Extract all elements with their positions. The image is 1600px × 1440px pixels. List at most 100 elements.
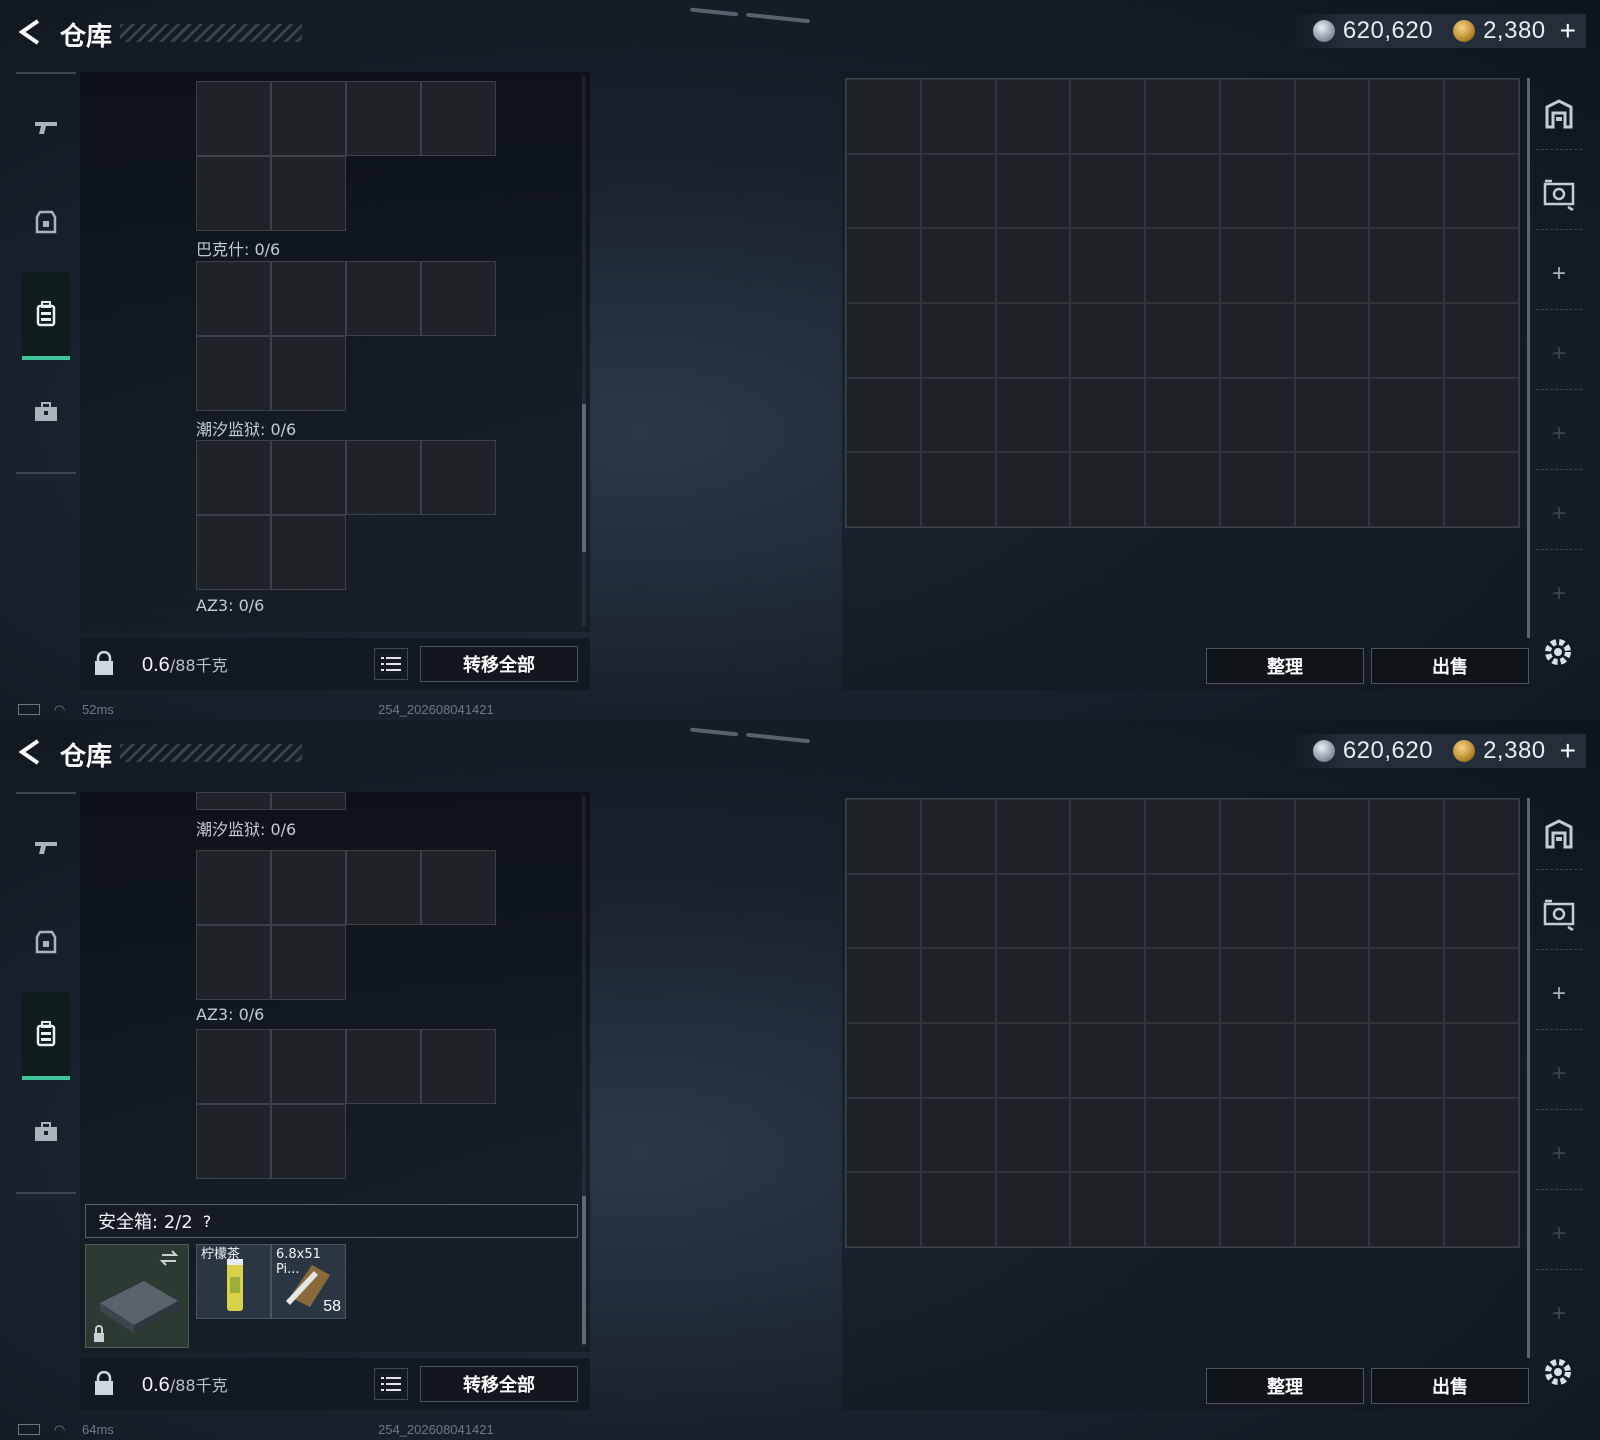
stash-cell[interactable]	[1145, 799, 1220, 874]
stash-cell[interactable]	[1219, 1172, 1295, 1247]
add-stash-button[interactable]: +	[1536, 1118, 1582, 1190]
stash-cell[interactable]	[846, 1022, 921, 1098]
inventory-slot[interactable]	[346, 440, 421, 515]
inventory-slot[interactable]	[346, 261, 421, 336]
stash-cell[interactable]	[920, 452, 996, 527]
stash-cell[interactable]	[1444, 799, 1519, 874]
stash-cell[interactable]	[1070, 153, 1146, 229]
stash-cell[interactable]	[1294, 302, 1370, 378]
stash-cell[interactable]	[1294, 799, 1370, 874]
stash-cell[interactable]	[1369, 873, 1445, 949]
inventory-slot[interactable]	[346, 81, 421, 156]
inventory-slot[interactable]	[196, 156, 271, 231]
stash-cell[interactable]	[1219, 948, 1295, 1023]
backpack-scrollbar[interactable]	[582, 796, 586, 1346]
stash-cell[interactable]	[1145, 452, 1220, 527]
stash-cell[interactable]	[1145, 228, 1220, 303]
add-stash-button[interactable]: +	[1536, 238, 1582, 310]
gallery-tab[interactable]	[1536, 158, 1582, 230]
add-currency-button[interactable]: +	[1560, 15, 1576, 47]
stash-cell[interactable]	[1369, 302, 1445, 378]
stash-cell[interactable]	[1369, 377, 1445, 453]
inventory-slot[interactable]	[421, 261, 496, 336]
safe-item-lemon-tea[interactable]: 柠檬茶	[196, 1244, 271, 1319]
inventory-slot[interactable]	[271, 440, 346, 515]
inventory-slot[interactable]	[196, 440, 271, 515]
stash-cell[interactable]	[920, 302, 996, 378]
add-stash-button[interactable]: +	[1536, 398, 1582, 470]
inventory-slot[interactable]	[346, 1029, 421, 1104]
stash-cell[interactable]	[1444, 79, 1519, 154]
backpack-scrollbar[interactable]	[582, 76, 586, 626]
stash-cell[interactable]	[1294, 948, 1370, 1023]
stash-scrollbar[interactable]	[1527, 798, 1530, 1358]
gallery-tab[interactable]	[1536, 878, 1582, 950]
stash-cell[interactable]	[1070, 452, 1146, 527]
stash-cell[interactable]	[1145, 153, 1220, 229]
stash-cell[interactable]	[1219, 228, 1295, 303]
inventory-slot[interactable]	[196, 515, 271, 590]
nav-backpack[interactable]	[22, 272, 70, 360]
add-stash-button[interactable]: +	[1536, 318, 1582, 390]
inventory-slot[interactable]	[271, 1104, 346, 1179]
stash-cell[interactable]	[1070, 948, 1146, 1023]
inventory-slot[interactable]	[196, 336, 271, 411]
stash-cell[interactable]	[1444, 302, 1519, 378]
list-view-button[interactable]	[374, 1368, 408, 1400]
organize-button[interactable]: 整理	[1206, 1368, 1364, 1404]
stash-cell[interactable]	[920, 1172, 996, 1247]
stash-cell[interactable]	[920, 228, 996, 303]
stash-cell[interactable]	[1294, 452, 1370, 527]
stash-cell[interactable]	[846, 873, 921, 949]
stash-cell[interactable]	[1294, 873, 1370, 949]
transfer-all-button[interactable]: 转移全部	[420, 1366, 578, 1402]
stash-cell[interactable]	[1219, 1022, 1295, 1098]
inventory-slot[interactable]	[196, 792, 271, 810]
inventory-slot[interactable]	[421, 850, 496, 925]
scroll-thumb[interactable]	[582, 404, 586, 552]
stash-cell[interactable]	[1145, 1172, 1220, 1247]
add-stash-button[interactable]: +	[1536, 558, 1582, 630]
inventory-slot[interactable]	[421, 1029, 496, 1104]
transfer-all-button[interactable]: 转移全部	[420, 646, 578, 682]
inventory-slot[interactable]	[271, 515, 346, 590]
stash-cell[interactable]	[846, 153, 921, 229]
safe-case-slot[interactable]	[85, 1244, 189, 1348]
add-stash-button[interactable]: +	[1536, 958, 1582, 1030]
stash-cell[interactable]	[846, 377, 921, 453]
stash-cell[interactable]	[1294, 1022, 1370, 1098]
stash-tab[interactable]	[1536, 798, 1582, 870]
stash-cell[interactable]	[920, 377, 996, 453]
stash-cell[interactable]	[995, 799, 1071, 874]
stash-cell[interactable]	[1145, 377, 1220, 453]
inventory-slot[interactable]	[271, 81, 346, 156]
stash-cell[interactable]	[1444, 153, 1519, 229]
stash-cell[interactable]	[1369, 79, 1445, 154]
add-stash-button[interactable]: +	[1536, 1038, 1582, 1110]
stash-cell[interactable]	[846, 1097, 921, 1173]
stash-cell[interactable]	[1294, 79, 1370, 154]
stash-cell[interactable]	[1219, 452, 1295, 527]
inventory-slot[interactable]	[271, 1029, 346, 1104]
add-stash-button[interactable]: +	[1536, 1198, 1582, 1270]
nav-weapons[interactable]	[22, 804, 70, 892]
stash-cell[interactable]	[1070, 873, 1146, 949]
list-view-button[interactable]	[374, 648, 408, 680]
stash-cell[interactable]	[995, 79, 1071, 154]
stash-cell[interactable]	[995, 377, 1071, 453]
stash-cell[interactable]	[995, 948, 1071, 1023]
stash-cell[interactable]	[1070, 1022, 1146, 1098]
stash-cell[interactable]	[1444, 1097, 1519, 1173]
help-icon[interactable]: ?	[203, 1212, 212, 1231]
stash-cell[interactable]	[920, 799, 996, 874]
stash-cell[interactable]	[846, 1172, 921, 1247]
sell-button[interactable]: 出售	[1371, 1368, 1529, 1404]
stash-cell[interactable]	[920, 873, 996, 949]
stash-cell[interactable]	[920, 1097, 996, 1173]
stash-cell[interactable]	[1294, 228, 1370, 303]
stash-cell[interactable]	[1219, 873, 1295, 949]
stash-cell[interactable]	[1219, 1097, 1295, 1173]
stash-cell[interactable]	[846, 799, 921, 874]
stash-cell[interactable]	[1070, 377, 1146, 453]
stash-cell[interactable]	[1369, 799, 1445, 874]
